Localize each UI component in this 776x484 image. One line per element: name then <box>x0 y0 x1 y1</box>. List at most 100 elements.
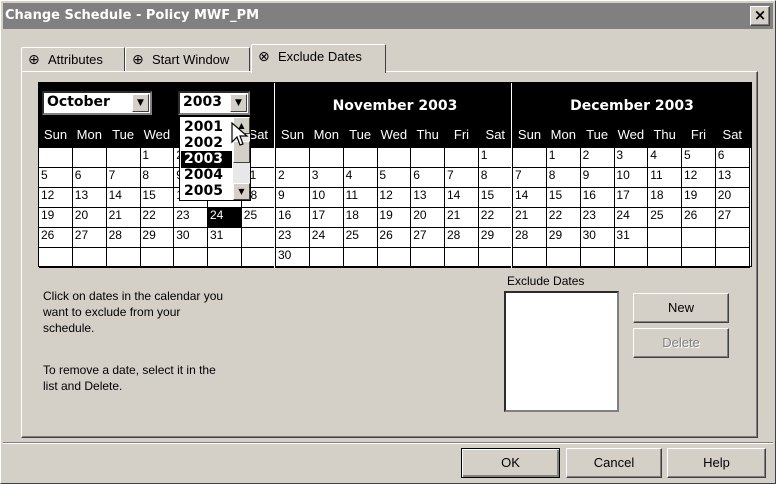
calendar-day[interactable]: 13 <box>715 168 750 188</box>
calendar-day[interactable]: 9 <box>580 168 615 188</box>
ok-button[interactable]: OK <box>461 448 560 478</box>
calendar-day[interactable] <box>208 248 242 268</box>
scroll-down-icon[interactable]: ▼ <box>233 183 250 200</box>
calendar-day[interactable]: 19 <box>377 208 412 228</box>
delete-button[interactable]: Delete <box>633 328 729 358</box>
close-button[interactable]: × <box>750 6 770 26</box>
calendar-day[interactable]: 21 <box>445 208 479 228</box>
calendar-day[interactable]: 12 <box>39 188 73 208</box>
calendar-day[interactable]: 16 <box>580 188 615 208</box>
calendar-day[interactable]: 27 <box>715 208 750 228</box>
calendar-day[interactable]: 7 <box>445 168 479 188</box>
calendar-day[interactable]: 30 <box>174 228 209 248</box>
calendar-day[interactable] <box>715 228 750 248</box>
calendar-day[interactable]: 7 <box>513 168 547 188</box>
calendar-day[interactable]: 6 <box>411 168 446 188</box>
calendar-day[interactable] <box>445 148 479 168</box>
calendar-day[interactable]: 23 <box>580 208 615 228</box>
month-select[interactable]: October ▼ <box>42 91 152 115</box>
cancel-button[interactable]: Cancel <box>566 448 662 478</box>
calendar-day[interactable]: 23 <box>276 228 310 248</box>
calendar-day[interactable] <box>546 248 581 268</box>
calendar-day[interactable]: 20 <box>72 208 107 228</box>
calendar-day[interactable]: 10 <box>614 168 649 188</box>
calendar-day[interactable]: 21 <box>106 208 141 228</box>
tab-start-window[interactable]: ⊕ Start Window <box>125 47 250 72</box>
calendar-day[interactable]: 31 <box>208 228 242 248</box>
calendar-day[interactable]: 17 <box>309 208 344 228</box>
calendar-day[interactable] <box>411 248 446 268</box>
calendar-day[interactable]: 20 <box>715 188 750 208</box>
calendar-day[interactable]: 1 <box>140 148 175 168</box>
new-button[interactable]: New <box>633 293 729 323</box>
calendar-day[interactable]: 3 <box>614 148 649 168</box>
calendar-day[interactable]: 19 <box>682 188 716 208</box>
calendar-day[interactable] <box>72 148 107 168</box>
calendar-day[interactable] <box>682 228 716 248</box>
calendar-day[interactable] <box>241 228 276 248</box>
calendar-day[interactable]: 30 <box>580 228 615 248</box>
year-option-2004[interactable]: 2004 <box>181 167 232 184</box>
calendar-day[interactable]: 11 <box>343 188 378 208</box>
calendar-day[interactable] <box>682 248 716 268</box>
calendar-day[interactable]: 14 <box>445 188 479 208</box>
calendar-day[interactable]: 11 <box>648 168 683 188</box>
calendar-day[interactable]: 27 <box>411 228 446 248</box>
calendar-day[interactable]: 24 <box>309 228 344 248</box>
calendar-day[interactable]: 15 <box>546 188 581 208</box>
calendar-day[interactable]: 13 <box>72 188 107 208</box>
calendar-day[interactable]: 28 <box>106 228 141 248</box>
calendar-day[interactable]: 15 <box>478 188 513 208</box>
calendar-day[interactable]: 26 <box>39 228 73 248</box>
exclude-dates-list[interactable] <box>504 291 619 412</box>
calendar-day[interactable]: 31 <box>614 228 649 248</box>
calendar-day[interactable]: 28 <box>513 228 547 248</box>
calendar-day[interactable]: 7 <box>106 168 141 188</box>
calendar-day[interactable] <box>614 248 649 268</box>
calendar-day[interactable] <box>309 248 344 268</box>
calendar-day[interactable]: 27 <box>72 228 107 248</box>
calendar-day[interactable] <box>106 248 141 268</box>
calendar-day[interactable]: 14 <box>106 188 141 208</box>
calendar-day[interactable] <box>513 248 547 268</box>
calendar-day[interactable] <box>715 248 750 268</box>
calendar-day[interactable]: 1 <box>546 148 581 168</box>
calendar-day[interactable] <box>140 248 175 268</box>
calendar-day[interactable]: 24 <box>208 208 242 228</box>
help-button[interactable]: Help <box>667 448 766 478</box>
tab-attributes[interactable]: ⊕ Attributes <box>21 47 125 72</box>
calendar-day[interactable]: 4 <box>343 168 378 188</box>
calendar-day[interactable]: 8 <box>478 168 513 188</box>
calendar-day[interactable]: 18 <box>648 188 683 208</box>
calendar-day[interactable] <box>72 248 107 268</box>
calendar-day[interactable]: 10 <box>309 188 344 208</box>
tab-exclude-dates[interactable]: ⊗ Exclude Dates <box>251 44 386 73</box>
calendar-day[interactable] <box>39 148 73 168</box>
chevron-down-icon[interactable]: ▼ <box>230 94 247 112</box>
calendar-day[interactable]: 6 <box>715 148 750 168</box>
calendar-day[interactable] <box>377 248 412 268</box>
calendar-day[interactable] <box>377 148 412 168</box>
calendar-day[interactable] <box>580 248 615 268</box>
calendar-day[interactable]: 15 <box>140 188 175 208</box>
title-bar[interactable]: Change Schedule - Policy MWF_PM × <box>3 3 773 29</box>
calendar-day[interactable]: 26 <box>377 228 412 248</box>
calendar-day[interactable] <box>411 148 446 168</box>
calendar-day[interactable]: 19 <box>39 208 73 228</box>
calendar-day[interactable]: 5 <box>377 168 412 188</box>
calendar-day[interactable]: 9 <box>276 188 310 208</box>
calendar-day[interactable]: 17 <box>614 188 649 208</box>
calendar-day[interactable]: 22 <box>140 208 175 228</box>
calendar-day[interactable]: 2 <box>580 148 615 168</box>
calendar-day[interactable]: 12 <box>682 168 716 188</box>
calendar-day[interactable] <box>309 148 344 168</box>
calendar-day[interactable] <box>106 148 141 168</box>
calendar-day[interactable] <box>39 248 73 268</box>
calendar-day[interactable]: 16 <box>276 208 310 228</box>
chevron-down-icon[interactable]: ▼ <box>132 94 149 112</box>
calendar-day[interactable]: 25 <box>648 208 683 228</box>
calendar-day[interactable]: 2 <box>276 168 310 188</box>
calendar-day[interactable]: 24 <box>614 208 649 228</box>
year-option-2001[interactable]: 2001 <box>181 119 232 136</box>
calendar-day[interactable] <box>648 228 683 248</box>
